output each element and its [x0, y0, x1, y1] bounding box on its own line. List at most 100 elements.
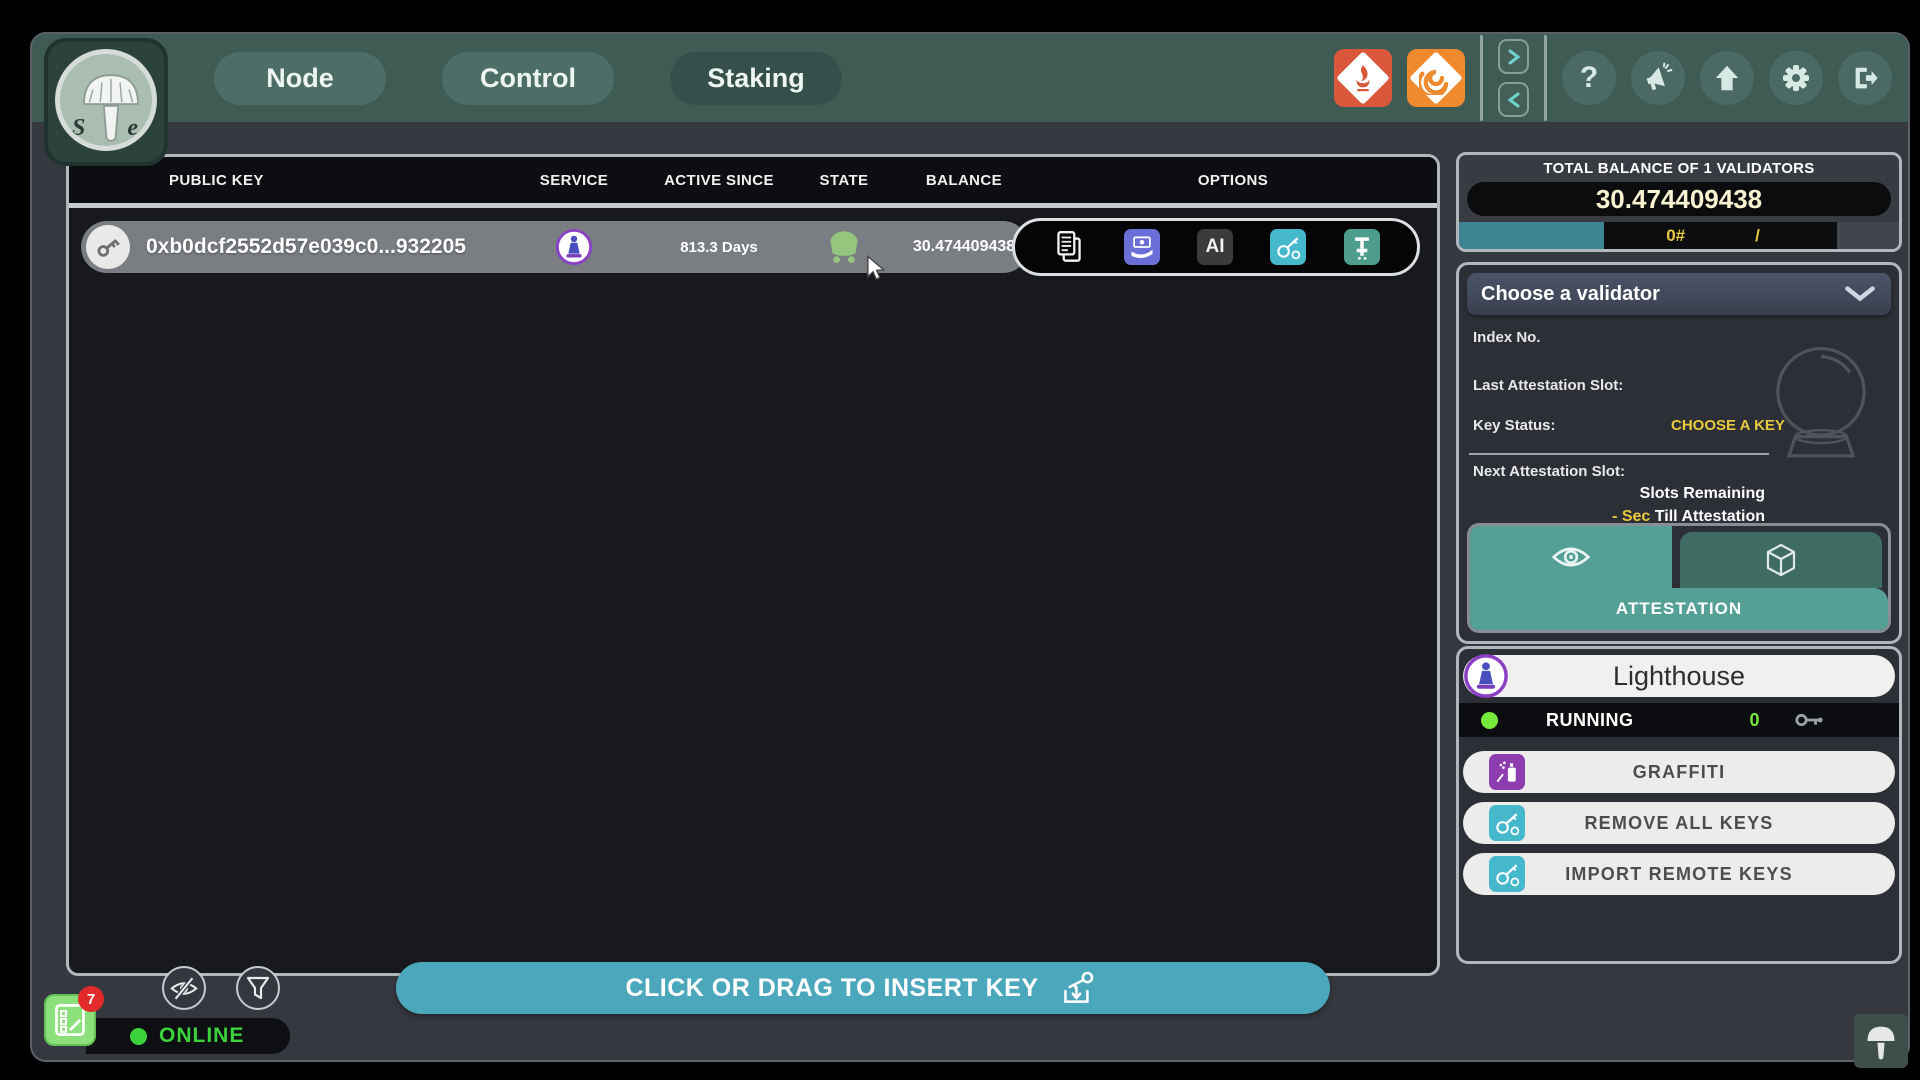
chevron-right-button[interactable]: [1498, 39, 1529, 74]
copy-icon[interactable]: [1052, 228, 1086, 266]
insert-key-button[interactable]: CLICK OR DRAG TO INSERT KEY: [396, 962, 1330, 1014]
prometheus-icon: [1346, 61, 1380, 95]
logo-letter-e: e: [127, 115, 138, 142]
graffiti-button[interactable]: GRAFFITI: [1463, 751, 1895, 793]
insert-key-icon: [1055, 969, 1101, 1007]
exit-validator-button[interactable]: [1344, 229, 1380, 265]
index-label: Index No.: [1473, 329, 1541, 346]
service-cell: [499, 228, 649, 266]
filter-button[interactable]: [236, 966, 280, 1010]
col-options: OPTIONS: [1029, 172, 1437, 189]
table-header: PUBLIC KEY SERVICE ACTIVE SINCE STATE BA…: [69, 157, 1437, 203]
grafana-icon: [1419, 61, 1453, 95]
corner-mushroom-button[interactable]: [1854, 1014, 1908, 1068]
help-button[interactable]: ?: [1562, 51, 1616, 105]
chevron-left-icon: [1507, 92, 1521, 108]
toolbar-divider-right: [1544, 35, 1547, 121]
megaphone-icon: [1642, 62, 1674, 94]
logo-letter-s: S: [72, 115, 85, 142]
active-since-value: 813.3 Days: [649, 239, 789, 256]
total-balance-panel: TOTAL BALANCE OF 1 VALIDATORS 30.4744094…: [1456, 152, 1902, 252]
col-active-since: ACTIVE SINCE: [649, 172, 789, 189]
withdraw-deposit-button[interactable]: [1124, 229, 1160, 265]
choose-validator-dropdown[interactable]: Choose a validator: [1467, 273, 1891, 315]
remove-key-icon: [1274, 233, 1302, 261]
remove-key-button[interactable]: [1270, 229, 1306, 265]
col-balance: BALANCE: [899, 172, 1029, 189]
tab-staking[interactable]: Staking: [670, 52, 842, 105]
status-label: RUNNING: [1546, 710, 1634, 731]
key-icon: [86, 225, 130, 269]
tab-attestation[interactable]: [1470, 526, 1672, 588]
col-state: STATE: [789, 172, 899, 189]
lighthouse-service-icon: [555, 228, 593, 266]
mushroom-icon: [1863, 1021, 1899, 1061]
remove-all-keys-icon: [1489, 805, 1525, 841]
gear-icon: [1780, 62, 1812, 94]
tab-node[interactable]: Node: [214, 52, 386, 105]
tab-block[interactable]: [1680, 532, 1882, 588]
toolbar-divider-left: [1480, 35, 1483, 121]
import-remote-keys-button[interactable]: IMPORT REMOTE KEYS: [1463, 853, 1895, 895]
ai-icon: AI: [1205, 236, 1224, 258]
col-public-key: PUBLIC KEY: [69, 172, 499, 189]
help-icon: ?: [1580, 61, 1598, 95]
graffiti-icon: [1489, 754, 1525, 790]
service-actions: GRAFFITI REMOVE ALL KEYS: [1463, 751, 1895, 895]
progress-filled: [1459, 222, 1604, 249]
update-button[interactable]: [1700, 51, 1754, 105]
insert-key-label: CLICK OR DRAG TO INSERT KEY: [625, 974, 1038, 1003]
balance-value: 30.474409438: [899, 238, 1029, 256]
online-status: ONLINE: [86, 1018, 290, 1054]
cube-icon: [1765, 543, 1797, 577]
prometheus-button[interactable]: [1334, 49, 1392, 107]
import-remote-keys-icon: [1489, 856, 1525, 892]
logout-button[interactable]: [1838, 51, 1892, 105]
status-dot-icon: [1481, 712, 1498, 729]
mushroom-logo-icon: S e: [55, 49, 157, 151]
last-attestation-label: Last Attestation Slot:: [1473, 377, 1623, 394]
remove-all-keys-button[interactable]: REMOVE ALL KEYS: [1463, 802, 1895, 844]
attestation-tab-label: ATTESTATION: [1470, 588, 1888, 630]
row-options: AI: [1012, 218, 1420, 276]
public-key-value: 0xb0dcf2552d57e039c0...932205: [146, 235, 466, 259]
up-arrow-icon: [1712, 63, 1742, 93]
state-active-icon: [823, 228, 865, 266]
mouse-cursor: [862, 254, 890, 282]
notification-badge: 7: [78, 986, 104, 1012]
logout-icon: [1850, 63, 1880, 93]
graffiti-label: GRAFFITI: [1633, 762, 1726, 783]
topbar-actions: ?: [1334, 47, 1892, 109]
tab-control[interactable]: Control: [442, 52, 614, 105]
validator-tabs: ATTESTATION: [1467, 523, 1891, 633]
progress-separator: /: [1755, 226, 1760, 246]
validator-table: PUBLIC KEY SERVICE ACTIVE SINCE STATE BA…: [66, 154, 1440, 976]
eye-icon: [1551, 544, 1591, 570]
rename-ai-button[interactable]: AI: [1197, 229, 1233, 265]
app-stage: Node Control Staking: [0, 0, 1920, 1080]
online-label: ONLINE: [159, 1024, 244, 1048]
chevron-left-button[interactable]: [1498, 82, 1529, 117]
next-attestation-label: Next Attestation Slot:: [1473, 463, 1625, 480]
toggle-visibility-button[interactable]: [162, 966, 206, 1010]
remove-all-keys-label: REMOVE ALL KEYS: [1584, 813, 1773, 834]
grafana-button[interactable]: [1407, 49, 1465, 107]
announcements-button[interactable]: [1631, 51, 1685, 105]
settings-button[interactable]: [1769, 51, 1823, 105]
validator-progress-bar: 0# /: [1459, 222, 1899, 249]
key-status-value[interactable]: CHOOSE A KEY: [1671, 417, 1785, 434]
lighthouse-logo-icon: [1463, 653, 1509, 699]
exit-validator-icon: [1348, 233, 1376, 261]
online-dot-icon: [130, 1028, 147, 1045]
service-name-header: Lighthouse: [1463, 655, 1895, 697]
key-status-label: Key Status:: [1473, 417, 1556, 434]
slots-remaining-label: Slots Remaining: [1459, 485, 1765, 503]
panel-chevrons: [1498, 39, 1529, 117]
service-status-bar: RUNNING 0: [1459, 703, 1899, 737]
app-logo: S e: [44, 38, 168, 166]
main-nav: Node Control Staking: [214, 52, 842, 105]
key-count-icon: [1794, 709, 1824, 731]
import-remote-keys-label: IMPORT REMOTE KEYS: [1565, 864, 1793, 885]
eye-off-icon: [169, 975, 199, 1002]
progress-counter: 0# /: [1604, 222, 1837, 249]
